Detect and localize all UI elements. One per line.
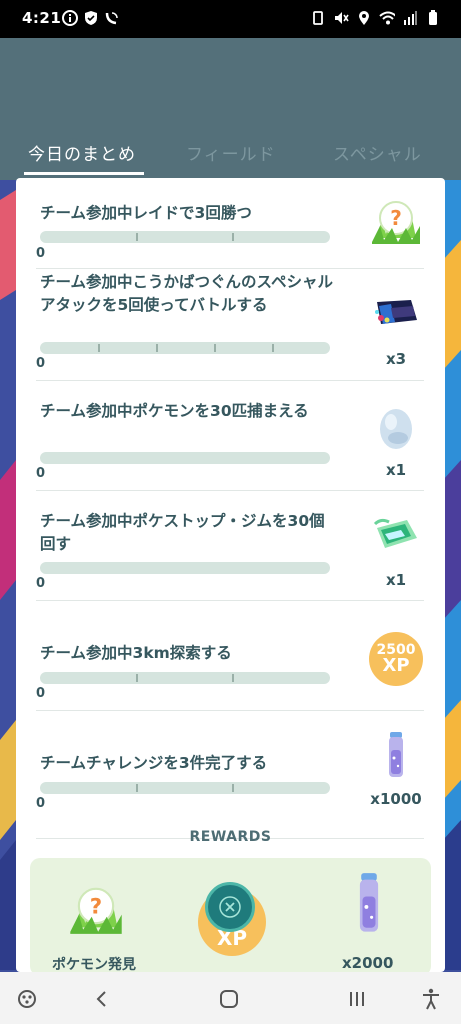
tab-special[interactable]: スペシャル	[333, 140, 422, 165]
battery-icon	[425, 10, 441, 26]
task-title: チーム参加中レイドで3回勝つ	[40, 204, 252, 222]
accessibility-button[interactable]	[414, 982, 448, 1016]
reward-label: ポケモン発見	[52, 957, 136, 972]
stardust-tube-icon	[361, 730, 431, 784]
mystery-pokemon-icon: ?	[66, 876, 126, 940]
back-chevron-icon	[96, 991, 106, 1007]
progress-bar	[40, 231, 330, 243]
tab-today-summary[interactable]: 今日のまとめ	[28, 140, 136, 165]
accessibility-icon	[423, 988, 439, 1010]
progress-count: 0	[36, 246, 46, 261]
progress-count: 0	[36, 796, 46, 811]
gamepad-icon	[18, 990, 36, 1008]
challenge-card: チーム参加中レイドで3回勝つ 0 ? チーム参加中こうかばつぐんのスペシャルアタ…	[16, 178, 445, 972]
wifi-icon	[379, 10, 395, 26]
incense-icon	[361, 514, 431, 558]
tm-disc-icon	[361, 296, 431, 334]
progress-count: 0	[36, 466, 46, 481]
reward-quantity: x3	[385, 350, 407, 368]
wifi-calling-icon	[104, 10, 120, 26]
status-bar: 4:21	[0, 0, 461, 38]
svg-text:?: ?	[90, 895, 102, 920]
game-launcher-button[interactable]	[10, 982, 44, 1016]
recent-apps-button[interactable]	[340, 982, 374, 1016]
progress-bar	[40, 452, 330, 464]
xp-unit: XP	[382, 655, 410, 676]
system-nav-bar	[0, 972, 461, 1024]
tab-field[interactable]: フィールド	[186, 140, 276, 165]
status-time: 4:21	[22, 9, 62, 27]
recent-apps-icon	[350, 992, 364, 1006]
task-title: チーム参加中3km探索する	[40, 644, 232, 662]
reward-quantity: x1	[385, 571, 407, 589]
close-button[interactable]	[205, 882, 255, 932]
svg-text:?: ?	[390, 206, 402, 230]
back-button[interactable]	[84, 982, 118, 1016]
task-title: チーム参加中ポケストップ・ジムを30個回す	[40, 512, 325, 553]
signal-icon	[402, 10, 418, 26]
reward-quantity: x1	[385, 461, 407, 479]
progress-count: 0	[36, 356, 46, 371]
task-title: チームチャレンジを3件完了する	[40, 754, 268, 772]
progress-bar	[40, 342, 330, 354]
progress-bar	[40, 562, 330, 574]
location-icon	[356, 10, 372, 26]
background-right-decoration	[443, 180, 461, 970]
reward-quantity: x2000	[342, 954, 394, 972]
tab-active-indicator	[24, 172, 144, 175]
close-icon	[219, 896, 241, 918]
task-title: チーム参加中こうかばつぐんのスペシャルアタックを5回使ってバトルする	[40, 273, 333, 314]
mystery-pokemon-icon: ?	[361, 190, 431, 250]
progress-bar	[40, 782, 330, 794]
vibrate-icon	[310, 10, 326, 26]
rewards-heading: REWARDS	[189, 829, 272, 845]
progress-bar	[40, 672, 330, 684]
stardust-tube-icon	[356, 866, 382, 944]
progress-count: 0	[36, 576, 46, 591]
progress-count: 0	[36, 686, 46, 701]
shield-icon	[83, 10, 99, 26]
mute-icon	[333, 10, 349, 26]
xp-badge-icon: 2500 XP	[361, 632, 431, 686]
task-title: チーム参加中ポケモンを30匹捕まえる	[40, 402, 309, 420]
background-left-decoration	[0, 180, 16, 970]
reward-quantity: x1000	[370, 790, 422, 808]
info-icon	[62, 10, 78, 26]
home-button[interactable]	[212, 982, 246, 1016]
home-icon	[220, 990, 238, 1008]
egg-icon	[361, 404, 431, 454]
